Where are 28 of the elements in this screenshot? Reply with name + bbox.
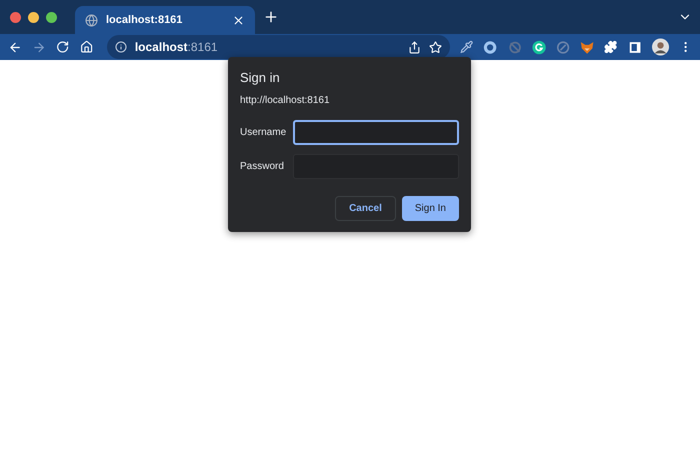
address-bar[interactable]: localhost:8161 <box>106 35 450 59</box>
cancel-button[interactable]: Cancel <box>335 196 396 221</box>
close-window-icon[interactable] <box>10 12 21 22</box>
sign-in-button[interactable]: Sign In <box>402 196 459 221</box>
home-icon[interactable] <box>80 40 93 54</box>
url-text: localhost:8161 <box>134 40 219 54</box>
dialog-title: Sign in <box>240 70 281 85</box>
side-panel-icon[interactable] <box>628 40 642 54</box>
browser-tab[interactable]: localhost:8161 <box>75 6 255 34</box>
reload-icon[interactable] <box>56 40 70 54</box>
fox-icon[interactable] <box>580 40 594 54</box>
extension-logo-icon[interactable] <box>532 40 546 54</box>
tab-title: localhost:8161 <box>106 14 184 26</box>
share-icon[interactable] <box>408 40 422 54</box>
minimize-icon[interactable] <box>28 12 39 22</box>
bookmark-star-icon[interactable] <box>429 40 442 54</box>
info-icon[interactable] <box>114 41 127 53</box>
username-field[interactable] <box>293 120 459 145</box>
zoom-icon[interactable] <box>46 12 57 22</box>
extensions-icon[interactable] <box>604 40 618 54</box>
field-label: Username <box>240 127 288 138</box>
eyedropper-icon[interactable] <box>460 40 474 54</box>
avatar-icon[interactable] <box>652 38 669 56</box>
globe-icon <box>85 14 98 26</box>
close-tab-icon[interactable] <box>232 14 245 26</box>
new-tab-icon[interactable] <box>263 9 279 25</box>
site-origin: http://localhost:8161 <box>240 95 331 106</box>
field-label: Password <box>240 161 285 172</box>
